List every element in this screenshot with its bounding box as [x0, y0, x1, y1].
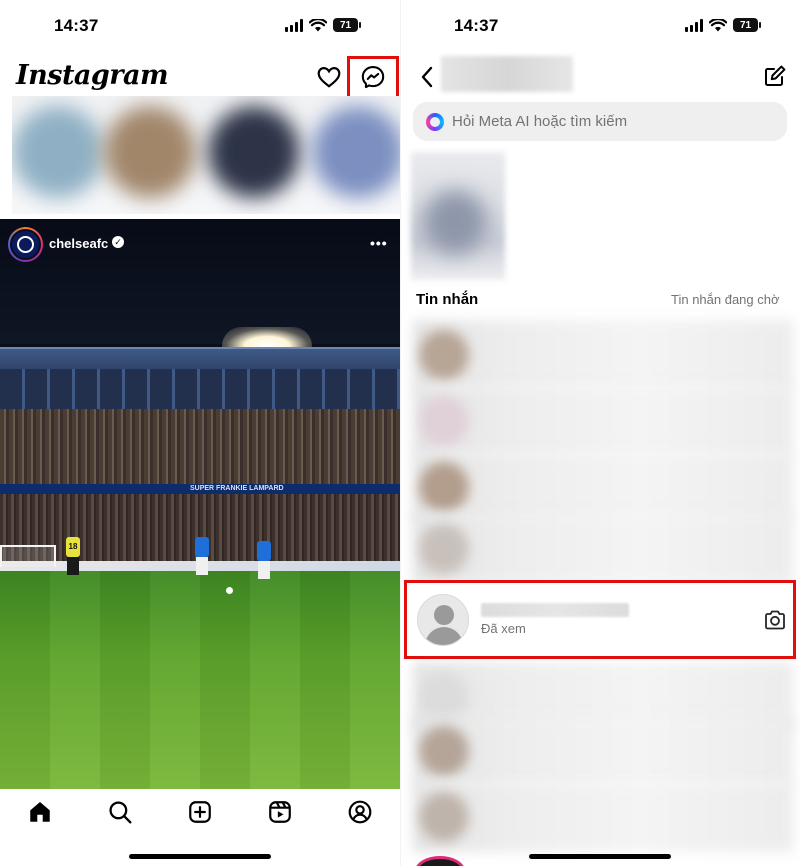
status-bar: 14:37 71: [0, 0, 401, 52]
heart-icon[interactable]: [316, 64, 342, 90]
instagram-feed-screen: 14:37 71 Instagram SUPER FRANKIE LAMPARD…: [0, 0, 401, 866]
status-time: 14:37: [54, 16, 99, 35]
player-number: 18: [66, 537, 80, 557]
feed-post[interactable]: SUPER FRANKIE LAMPARD 18 chelseafc ✓ •••: [0, 219, 401, 789]
meta-ai-icon: [426, 113, 444, 131]
search-placeholder: Hỏi Meta AI hoặc tìm kiếm: [452, 113, 628, 130]
player-torso: [257, 541, 271, 561]
stories-tray[interactable]: [12, 96, 401, 214]
messages-section-title: Tin nhắn: [416, 291, 479, 308]
home-indicator: [529, 854, 671, 859]
conversation-row-blurred[interactable]: [413, 782, 793, 852]
story-avatar[interactable]: [312, 106, 401, 198]
conversation-row-blurred[interactable]: [413, 386, 793, 456]
stadium-crowd-upper: [0, 409, 401, 484]
profile-icon[interactable]: [347, 799, 373, 825]
battery-indicator: 71: [333, 18, 361, 32]
conversation-row-blurred[interactable]: [413, 514, 793, 584]
player-blue: [195, 537, 209, 575]
note-avatar-blurred[interactable]: [423, 190, 487, 254]
create-icon[interactable]: [187, 799, 213, 825]
player-legs: [196, 557, 208, 575]
reels-icon[interactable]: [267, 799, 293, 825]
bottom-avatar-partial: [415, 856, 465, 866]
conversation-row-blurred[interactable]: [413, 716, 793, 786]
signal-icon: [285, 18, 303, 32]
pitch-stripes: [0, 571, 401, 789]
post-header: chelseafc ✓ •••: [0, 219, 401, 269]
account-username-blurred[interactable]: [441, 56, 573, 92]
status-icons: 71: [285, 18, 361, 32]
wifi-icon: [309, 18, 327, 31]
stadium-banner-text: SUPER FRANKIE LAMPARD: [190, 485, 284, 492]
status-bar: 14:37 71: [401, 0, 800, 52]
bottom-navigation: [0, 789, 401, 837]
player-legs: [67, 557, 79, 575]
player-yellow: 18: [66, 537, 80, 575]
conversation-row-blurred[interactable]: [413, 452, 793, 522]
player-legs: [258, 561, 270, 579]
conversation-highlight-box: [404, 580, 796, 659]
home-indicator: [129, 854, 271, 859]
chelsea-crest-icon: [17, 236, 34, 253]
edit-icon[interactable]: [763, 64, 787, 88]
search-bar[interactable]: Hỏi Meta AI hoặc tìm kiếm: [413, 102, 787, 141]
status-icons: 71: [685, 18, 761, 32]
post-username[interactable]: chelseafc: [49, 236, 108, 251]
player-blue: [257, 541, 271, 579]
verified-badge-icon: ✓: [112, 236, 124, 248]
conversation-row-blurred[interactable]: [413, 320, 793, 390]
more-options-icon[interactable]: •••: [370, 235, 388, 251]
message-requests-link[interactable]: Tin nhắn đang chờ: [671, 292, 780, 307]
goal-net: [0, 545, 56, 567]
stadium-beams: [0, 369, 401, 409]
football: [226, 587, 233, 594]
instagram-logo[interactable]: Instagram: [16, 60, 169, 91]
story-avatar[interactable]: [104, 106, 196, 198]
avatar-inner: [10, 229, 41, 260]
signal-icon: [685, 18, 703, 32]
wifi-icon: [709, 18, 727, 31]
story-avatar[interactable]: [12, 106, 104, 198]
messages-screen: 14:37 71 Hỏi Meta AI hoặc tìm kiếm Tin n…: [401, 0, 800, 866]
back-icon[interactable]: [417, 64, 439, 90]
battery-indicator: 71: [733, 18, 761, 32]
home-icon[interactable]: [27, 799, 53, 825]
chelsea-avatar[interactable]: [8, 227, 43, 262]
status-time: 14:37: [454, 16, 499, 35]
story-avatar[interactable]: [208, 106, 300, 198]
search-icon[interactable]: [107, 799, 133, 825]
stadium-banner: SUPER FRANKIE LAMPARD: [0, 484, 401, 494]
player-torso: [195, 537, 209, 557]
